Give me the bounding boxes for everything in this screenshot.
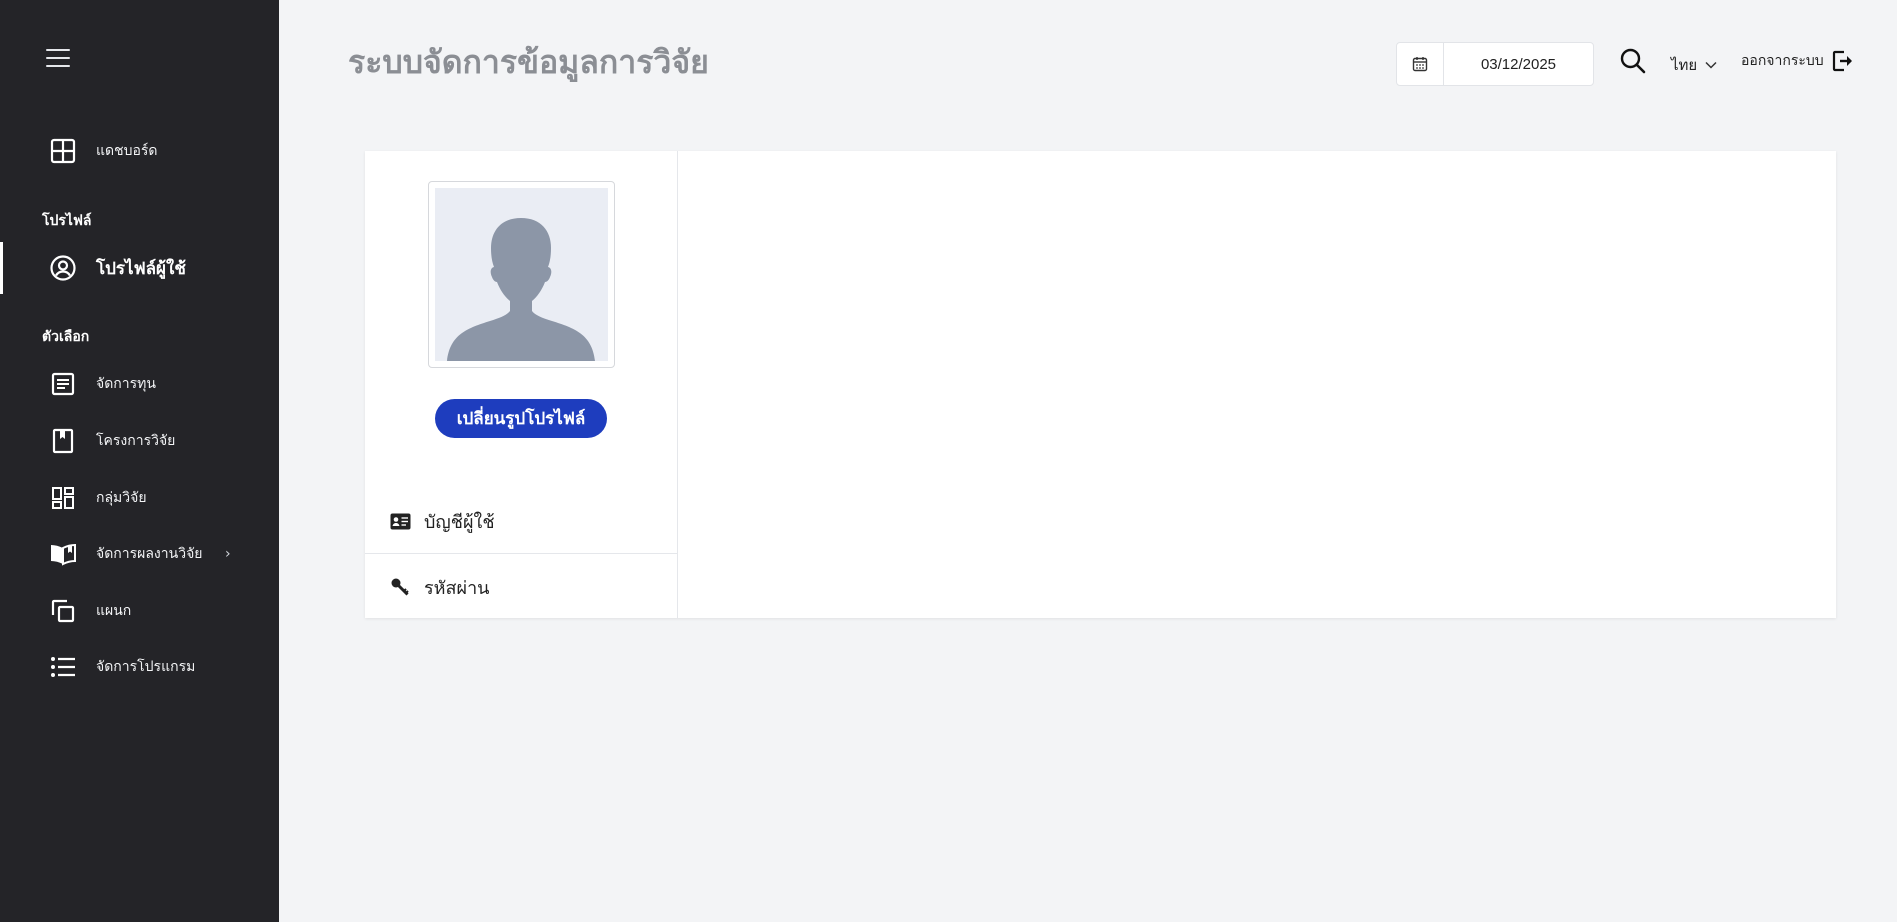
sidebar-item-label: แผนก: [96, 603, 132, 619]
key-icon: [389, 576, 411, 598]
sidebar-item-dashboard[interactable]: แดชบอร์ด: [0, 125, 279, 177]
calendar-icon[interactable]: [1397, 43, 1444, 85]
sidebar: แดชบอร์ด โปรไฟล์ โปรไฟล์ผู้ใช้ ตัวเลือก …: [0, 0, 279, 922]
dashboard-grid-icon: [49, 484, 77, 512]
sidebar-item-label: จัดการทุน: [96, 376, 156, 392]
logout-label: ออกจากระบบ: [1741, 53, 1824, 69]
search-icon[interactable]: [1619, 47, 1647, 75]
menu-item-account[interactable]: บัญชีผู้ใช้: [365, 489, 678, 553]
menu-item-label: รหัสผ่าน: [424, 577, 490, 599]
section-title-options: ตัวเลือก: [42, 329, 90, 345]
date-picker[interactable]: 03/12/2025: [1396, 42, 1594, 86]
sidebar-item-fund-management[interactable]: จัดการทุน: [0, 358, 279, 410]
document-list-icon: [49, 370, 77, 398]
dashboard-icon: [49, 137, 77, 165]
page-title: ระบบจัดการข้อมูลการวิจัย: [348, 43, 709, 81]
section-title-profile: โปรไฟล์: [42, 213, 92, 229]
language-label: ไทย: [1671, 56, 1698, 74]
sidebar-item-program-management[interactable]: จัดการโปรแกรม: [0, 641, 279, 693]
open-book-icon: [49, 540, 77, 568]
sidebar-item-research-groups[interactable]: กลุ่มวิจัย: [0, 472, 279, 524]
avatar: [428, 181, 615, 368]
user-circle-icon: [49, 254, 77, 282]
date-value[interactable]: 03/12/2025: [1444, 43, 1593, 85]
profile-card: เปลี่ยนรูปโปรไฟล์ บัญชีผู้ใช้ รหัสผ่าน: [365, 151, 1836, 618]
menu-item-password[interactable]: รหัสผ่าน: [365, 555, 678, 619]
logout-icon: [1832, 50, 1852, 72]
copy-icon: [49, 597, 77, 625]
sidebar-item-label: โปรไฟล์ผู้ใช้: [96, 258, 186, 279]
change-photo-button[interactable]: เปลี่ยนรูปโปรไฟล์: [435, 399, 607, 438]
profile-sidebar: เปลี่ยนรูปโปรไฟล์ บัญชีผู้ใช้ รหัสผ่าน: [365, 151, 678, 618]
menu-item-label: บัญชีผู้ใช้: [424, 511, 495, 533]
language-selector[interactable]: ไทย: [1671, 53, 1717, 77]
chevron-right-icon: ›: [225, 546, 231, 562]
sidebar-item-label: แดชบอร์ด: [96, 143, 158, 159]
sidebar-item-label: จัดการโปรแกรม: [96, 659, 196, 675]
menu-toggle-icon[interactable]: [46, 49, 70, 67]
logout-button[interactable]: ออกจากระบบ: [1741, 50, 1854, 72]
sidebar-item-label: กลุ่มวิจัย: [96, 490, 147, 506]
id-card-icon: [389, 510, 411, 532]
sidebar-item-research-output[interactable]: จัดการผลงานวิจัย ›: [0, 528, 279, 580]
chevron-down-icon: [1705, 61, 1717, 69]
list-icon: [49, 653, 77, 681]
user-silhouette-icon: [447, 218, 595, 361]
sidebar-item-department[interactable]: แผนก: [0, 585, 279, 637]
sidebar-item-user-profile[interactable]: โปรไฟล์ผู้ใช้: [0, 242, 279, 294]
sidebar-item-research-projects[interactable]: โครงการวิจัย: [0, 415, 279, 467]
divider: [365, 553, 678, 554]
bookmark-icon: [49, 427, 77, 455]
sidebar-item-label: โครงการวิจัย: [96, 433, 176, 449]
sidebar-item-label: จัดการผลงานวิจัย: [96, 546, 203, 562]
